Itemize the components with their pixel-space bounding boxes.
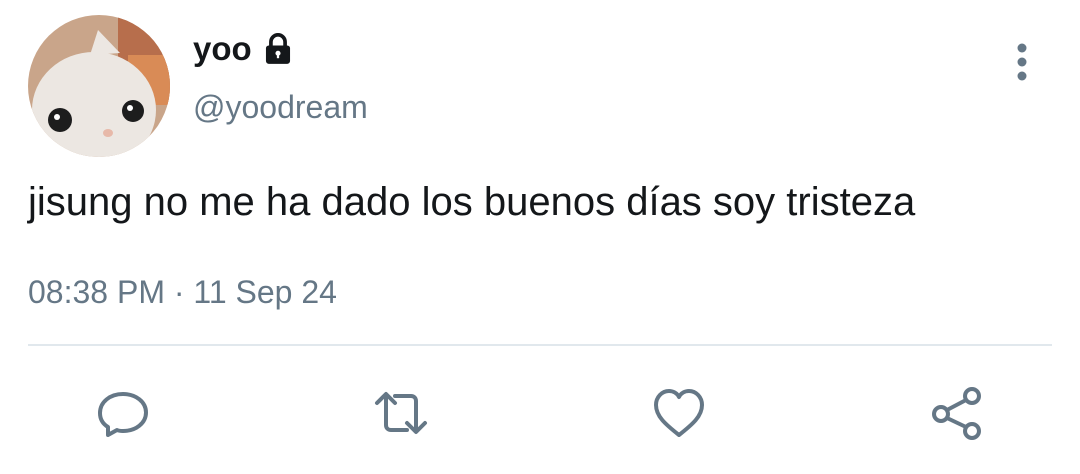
- tweet-timestamp[interactable]: 08:38 PM · 11 Sep 24: [28, 274, 337, 311]
- author-display-name[interactable]: yoo: [193, 30, 295, 68]
- more-options-button[interactable]: [1008, 42, 1036, 82]
- heart-icon: [654, 389, 704, 437]
- reply-button[interactable]: [95, 385, 151, 441]
- display-name-text: yoo: [193, 30, 252, 67]
- like-button[interactable]: [651, 385, 707, 441]
- avatar[interactable]: [28, 15, 170, 157]
- more-vertical-icon: [1017, 43, 1027, 81]
- reply-icon: [98, 392, 148, 437]
- share-icon: [932, 387, 981, 440]
- divider: [28, 344, 1052, 346]
- author-handle[interactable]: @yoodream: [193, 89, 368, 126]
- avatar-image: [28, 15, 170, 157]
- lock-icon: [261, 32, 295, 66]
- retweet-icon: [375, 392, 427, 434]
- retweet-button[interactable]: [373, 385, 429, 441]
- share-button[interactable]: [929, 385, 985, 441]
- tweet-text: jisung no me ha dado los buenos días soy…: [28, 180, 916, 224]
